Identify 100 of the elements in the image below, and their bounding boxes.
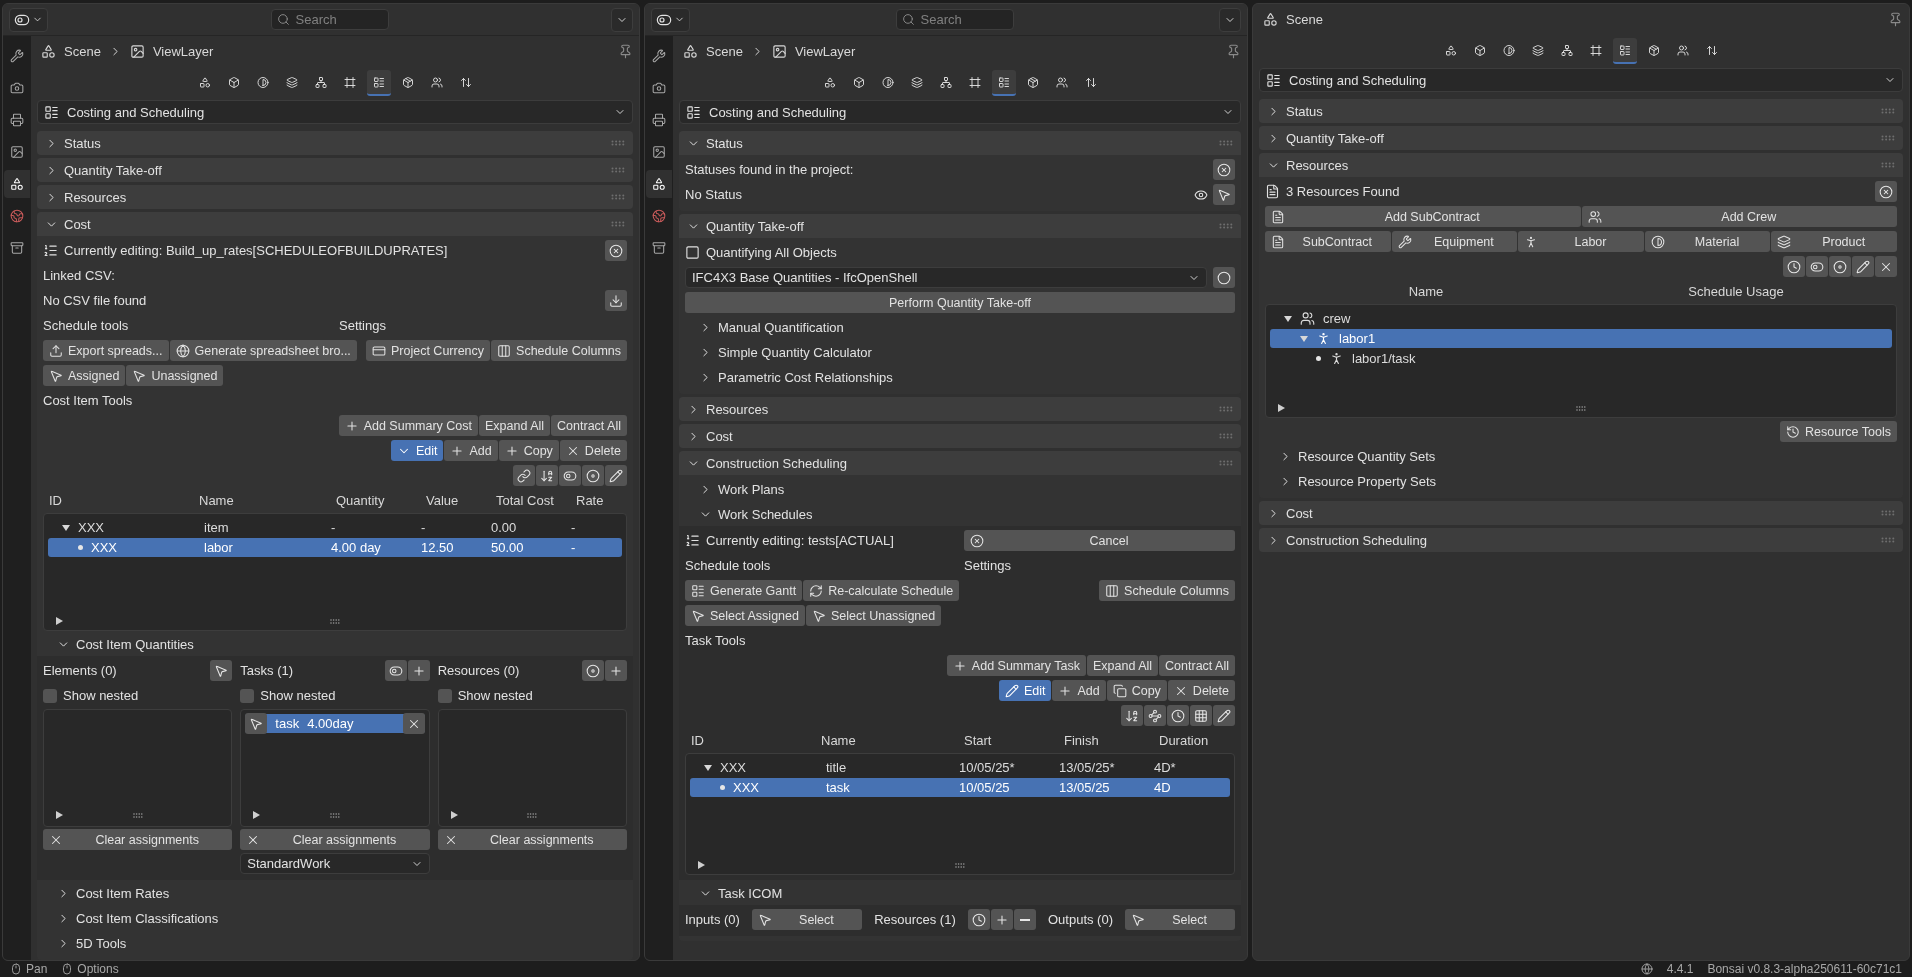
clear-button[interactable]: Clear assignments [43, 829, 233, 850]
currency-button[interactable]: Project Currency [366, 340, 491, 361]
generate-button[interactable]: Generate spreadsheet bro... [169, 340, 357, 361]
subsection-header[interactable]: Task ICOM [685, 882, 783, 905]
cancel-button[interactable]: Cancel [964, 530, 1235, 551]
section-header[interactable]: Quantity Take-off [679, 214, 1241, 238]
list-row[interactable]: XXX task 10/05/25 13/05/25 4D [690, 778, 1230, 797]
section-header[interactable]: Status [679, 131, 1241, 155]
expand-triangle-icon[interactable] [1278, 404, 1285, 412]
plain-button[interactable]: Contract All [551, 415, 627, 436]
tool-icon-button[interactable] [1875, 256, 1897, 277]
columns-button[interactable]: Schedule Columns [1099, 580, 1235, 601]
wide-button[interactable]: Perform Quantity Take-off [685, 292, 1235, 313]
add-button[interactable] [407, 660, 430, 681]
labor-button[interactable]: Labor [1518, 231, 1644, 252]
delete-button[interactable]: Delete [559, 440, 627, 461]
list-row[interactable]: XXX labor 4.00 day 12.50 50.00 - [48, 538, 622, 557]
select-button[interactable]: Select Assigned [685, 605, 805, 626]
clear-button[interactable]: Clear assignments [240, 829, 430, 850]
remove-button[interactable] [402, 713, 425, 734]
resize-grip-icon[interactable] [132, 812, 143, 818]
tool-icon-button[interactable] [1144, 705, 1166, 726]
section-header[interactable]: Status [37, 131, 633, 155]
tool-icon-button[interactable] [1806, 256, 1828, 277]
tool-icon-button[interactable] [1852, 256, 1874, 277]
close-button[interactable] [605, 240, 627, 261]
sidebar-tab[interactable] [646, 170, 672, 198]
sidebar-tab[interactable] [4, 170, 30, 198]
subcontract-button[interactable]: SubContract [1265, 231, 1391, 252]
editor-type-button[interactable] [651, 7, 690, 32]
toggle-button[interactable] [384, 660, 407, 681]
checkbox[interactable] [437, 688, 452, 703]
add-button[interactable] [605, 660, 627, 681]
select-button[interactable] [210, 660, 233, 681]
expand-triangle-icon[interactable] [698, 861, 705, 869]
list-row[interactable]: labor1 [1270, 329, 1892, 348]
menu-button[interactable] [611, 7, 633, 32]
pin-button[interactable] [1226, 43, 1241, 59]
property-tab[interactable] [1612, 38, 1637, 64]
resize-grip-icon[interactable] [527, 812, 538, 818]
search-field[interactable]: Search [270, 9, 389, 30]
resize-grip-icon[interactable] [955, 862, 965, 868]
subsection-header[interactable]: Cost Item Classifications [43, 907, 219, 930]
dropdown[interactable]: IFC4X3 Base Quantities - IfcOpenShell [685, 267, 1207, 288]
add-button[interactable]: Add [444, 440, 498, 461]
subsection-header[interactable]: Work Schedules [685, 503, 813, 526]
search-field[interactable]: Search [895, 9, 1014, 30]
subcontract-button[interactable]: Add SubContract [1265, 206, 1581, 227]
product-button[interactable]: Product [1771, 231, 1897, 252]
remove-button[interactable] [1013, 909, 1036, 930]
select-button[interactable]: Select [751, 909, 862, 930]
tool-icon-button[interactable] [1121, 705, 1143, 726]
subsection-header[interactable]: Cost Item Rates [43, 882, 170, 905]
subsection-header[interactable]: Parametric Cost Relationships [685, 366, 893, 389]
resize-grip-icon[interactable] [330, 618, 340, 624]
add-button[interactable]: Add Summary Cost [338, 415, 478, 436]
tool-icon-button[interactable] [1783, 256, 1805, 277]
subsection-header[interactable]: 5D Tools [43, 932, 127, 955]
close-button[interactable] [1213, 159, 1235, 180]
download-button[interactable] [605, 290, 627, 311]
section-header[interactable]: Construction Scheduling [679, 451, 1241, 475]
plain-button[interactable]: Expand All [1087, 655, 1159, 676]
category-dropdown[interactable]: Costing and Scheduling [37, 100, 633, 124]
tool-icon-button[interactable] [559, 465, 581, 486]
add-button[interactable] [990, 909, 1013, 930]
recalculate-button[interactable]: Re-calculate Schedule [803, 580, 960, 601]
section-header[interactable]: Status [1259, 99, 1903, 123]
tool-icon-button[interactable] [582, 465, 604, 486]
plain-button[interactable]: Expand All [479, 415, 551, 436]
clear-button[interactable]: Clear assignments [437, 829, 627, 850]
section-header[interactable]: Cost [1259, 501, 1903, 525]
equipment-button[interactable]: Equipment [1391, 231, 1518, 252]
select-button[interactable] [1213, 184, 1235, 205]
dropdown[interactable]: StandardWork [240, 853, 430, 874]
tool-icon-button[interactable] [1190, 705, 1212, 726]
delete-button[interactable]: Delete [1167, 680, 1235, 701]
section-header[interactable]: Resources [37, 185, 633, 209]
gantt-button[interactable]: Generate Gantt [685, 580, 803, 601]
subsection-header[interactable]: Cost Item Quantities [43, 633, 194, 656]
tool-icon-button[interactable] [1829, 256, 1851, 277]
select-button[interactable]: Unassigned [126, 365, 224, 386]
subsection-header[interactable]: Simple Quantity Calculator [685, 341, 872, 364]
tool-icon-button[interactable] [1167, 705, 1189, 726]
columns-button[interactable]: Schedule Columns [491, 340, 627, 361]
close-button[interactable] [1875, 181, 1897, 202]
resize-grip-icon[interactable] [1576, 405, 1586, 411]
edit-button[interactable]: Edit [998, 680, 1052, 701]
section-header[interactable]: Quantity Take-off [1259, 126, 1903, 150]
list-row[interactable]: XXX item - - 0.00 - [48, 518, 622, 537]
resource-button[interactable] [582, 660, 604, 681]
subsection-header[interactable]: Resource Property Sets [1265, 470, 1436, 493]
select-button[interactable]: Assigned [43, 365, 126, 386]
tool-icon-button[interactable] [536, 465, 558, 486]
pin-button[interactable] [618, 43, 633, 59]
resize-grip-icon[interactable] [330, 812, 340, 818]
list-row[interactable]: crew [1270, 309, 1892, 328]
editor-type-button[interactable] [9, 7, 48, 32]
toggle-button[interactable]: Edit [390, 440, 444, 461]
menu-button[interactable] [1219, 7, 1241, 32]
export-button[interactable]: Export spreads... [43, 340, 169, 361]
